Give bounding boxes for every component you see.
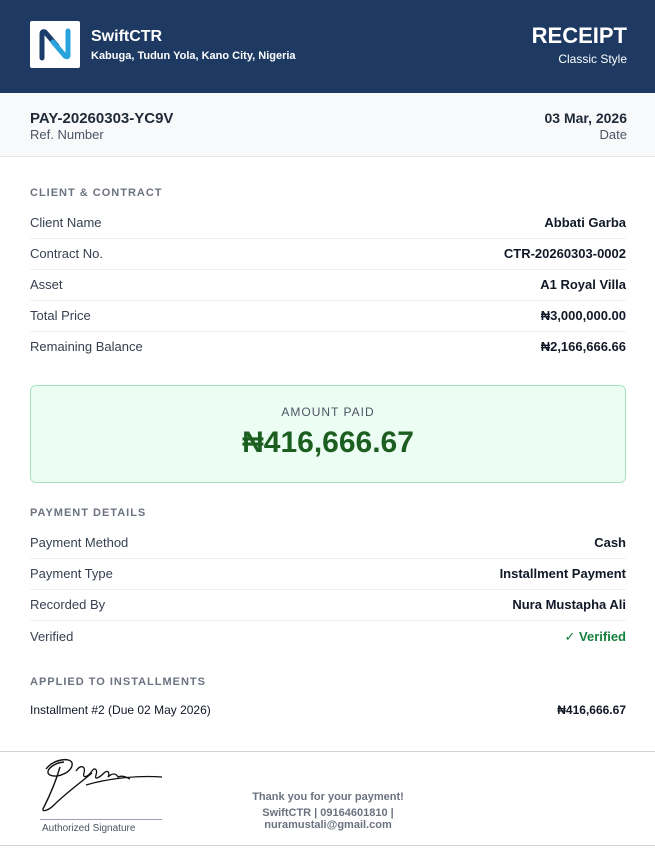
receipt-date: 03 Mar, 2026	[544, 110, 627, 126]
installment-amount: ₦416,666.67	[557, 703, 626, 717]
row-label: Asset	[30, 277, 63, 292]
row-label: Contract No.	[30, 246, 103, 261]
client-row: Client Name Abbati Garba	[30, 208, 626, 239]
installment-label: Installment #2 (Due 02 May 2026)	[30, 703, 211, 717]
thank-you-message: Thank you for your payment!	[252, 791, 404, 803]
client-row: Remaining Balance ₦2,166,666.66	[30, 332, 626, 363]
amount-paid-label: AMOUNT PAID	[281, 405, 375, 419]
contact-info: SwiftCTR | 09164601810 | nuramustali@gma…	[262, 807, 394, 831]
installment-item: Installment #2 (Due 02 May 2026) ₦416,66…	[30, 703, 626, 723]
receipt-header: SwiftCTR Kabuga, Tudun Yola, Kano City, …	[0, 0, 655, 93]
row-label: Remaining Balance	[30, 339, 143, 354]
installments-section-title: APPLIED TO INSTALLMENTS	[30, 676, 206, 688]
swiftctr-logo-icon	[39, 28, 71, 61]
client-row: Contract No. CTR-20260303-0002	[30, 239, 626, 270]
payment-row: Recorded By Nura Mustapha Ali	[30, 590, 626, 621]
company-name: SwiftCTR	[91, 28, 163, 45]
company-logo	[30, 21, 80, 68]
amount-paid-box: AMOUNT PAID ₦416,666.67	[30, 385, 626, 483]
row-value: Cash	[594, 535, 626, 550]
row-label: Verified	[30, 629, 74, 644]
payment-row: Verified ✓ Verified	[30, 622, 626, 653]
row-label: Payment Type	[30, 566, 113, 581]
payment-row: Payment Type Installment Payment	[30, 559, 626, 590]
client-row: Asset A1 Royal Villa	[30, 270, 626, 301]
reference-number-label: Ref. Number	[30, 127, 104, 142]
receipt-title: RECEIPT	[531, 23, 627, 48]
row-value: Installment Payment	[499, 566, 626, 581]
client-row: Total Price ₦3,000,000.00	[30, 301, 626, 332]
row-value: CTR-20260303-0002	[503, 246, 626, 261]
footer-divider	[0, 751, 655, 752]
receipt-date-label: Date	[599, 127, 627, 142]
row-label: Total Price	[30, 308, 91, 323]
signature-line	[40, 819, 162, 820]
verified-status: ✓ Verified	[564, 629, 626, 644]
row-value: Abbati Garba	[544, 215, 626, 230]
reference-number: PAY-20260303-YC9V	[30, 110, 174, 127]
amount-paid-value: ₦416,666.67	[242, 426, 414, 459]
row-label: Client Name	[30, 215, 102, 230]
bottom-divider	[0, 845, 655, 846]
company-address: Kabuga, Tudun Yola, Kano City, Nigeria	[91, 50, 296, 62]
signature-image	[42, 758, 163, 812]
row-value: Nura Mustapha Ali	[512, 597, 626, 612]
row-label: Payment Method	[30, 535, 129, 550]
payment-row: Payment Method Cash	[30, 528, 626, 559]
row-value: ₦2,166,666.66	[540, 339, 626, 354]
receipt-style-label: Classic Style	[558, 52, 627, 66]
row-label: Recorded By	[30, 597, 106, 612]
row-value: ₦3,000,000.00	[540, 308, 626, 323]
signature-label: Authorized Signature	[42, 823, 136, 834]
payment-section-title: PAYMENT DETAILS	[30, 507, 147, 519]
client-section-title: CLIENT & CONTRACT	[30, 187, 163, 199]
row-value: A1 Royal Villa	[540, 277, 626, 292]
reference-bar: PAY-20260303-YC9V Ref. Number 03 Mar, 20…	[0, 93, 655, 157]
